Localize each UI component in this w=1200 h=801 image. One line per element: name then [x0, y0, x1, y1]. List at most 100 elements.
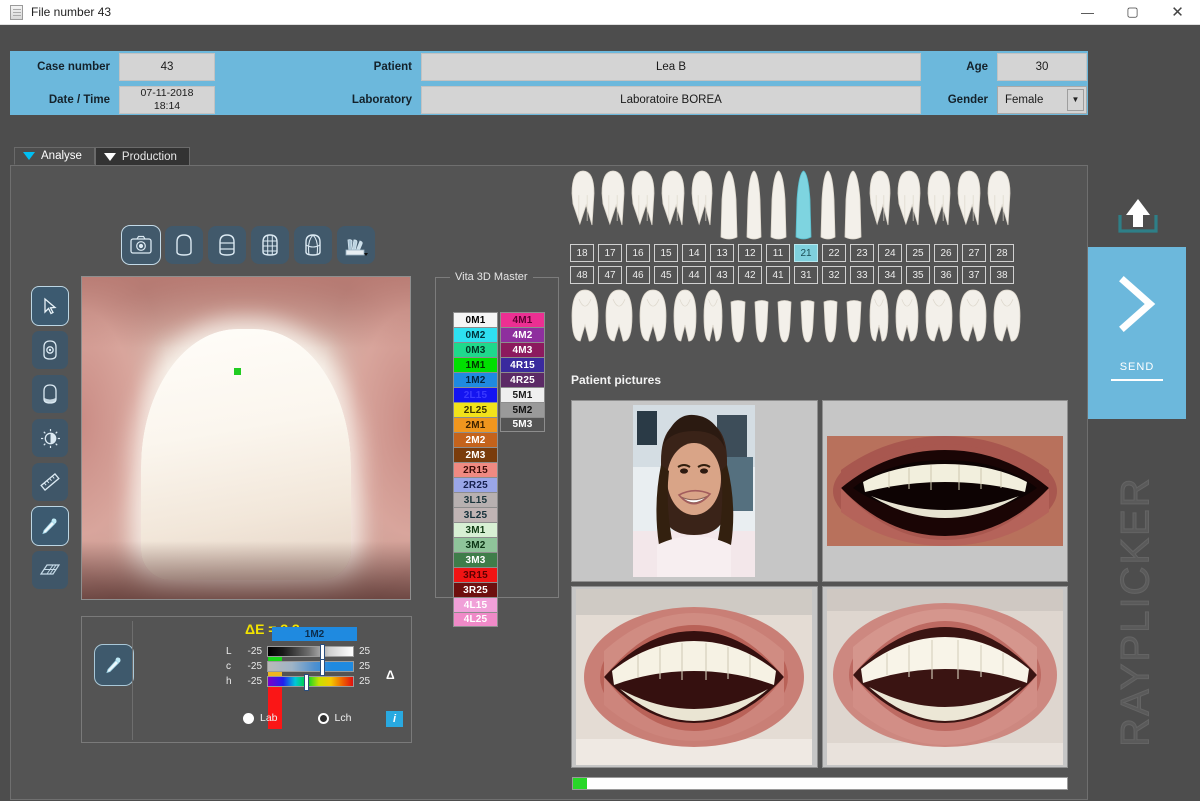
vita-shade-swatch[interactable]: 2M2 [453, 432, 498, 447]
chevron-down-icon[interactable]: ▼ [1067, 88, 1084, 111]
tooth-number-12[interactable]: 12 [738, 244, 762, 262]
tooth-number-37[interactable]: 37 [962, 266, 986, 284]
info-button[interactable]: i [386, 711, 403, 727]
send-panel[interactable]: SEND [1088, 247, 1186, 419]
tooth-zones-view-button[interactable] [208, 226, 246, 264]
vita-shade-swatch[interactable]: 4R15 [500, 357, 545, 372]
vita-shade-swatch[interactable]: 2M1 [453, 417, 498, 432]
lower-tooth-34[interactable] [868, 288, 890, 349]
vita-shade-swatch[interactable]: 3R25 [453, 582, 498, 597]
vita-shade-swatch[interactable]: 0M1 [453, 312, 498, 327]
tooth-number-43[interactable]: 43 [710, 266, 734, 284]
tooth-number-15[interactable]: 15 [654, 244, 678, 262]
patient-picture-retractor-1[interactable] [571, 586, 818, 768]
vita-shade-swatch[interactable]: 2R15 [453, 462, 498, 477]
tooth-number-42[interactable]: 42 [738, 266, 762, 284]
vita-shade-swatch[interactable]: 4L15 [453, 597, 498, 612]
upper-tooth-13[interactable] [718, 169, 740, 241]
vita-shade-swatch[interactable]: 2M3 [453, 447, 498, 462]
camera-view-button[interactable] [121, 225, 161, 265]
tooth-number-38[interactable]: 38 [990, 266, 1014, 284]
vita-shade-swatch[interactable]: 0M2 [453, 327, 498, 342]
upper-tooth-15[interactable] [660, 169, 686, 241]
maximize-button[interactable]: ▢ [1110, 0, 1155, 24]
lower-tooth-33[interactable] [844, 298, 864, 349]
date-time-field[interactable]: 07-11-2018 18:14 [119, 85, 215, 114]
slider-knob[interactable] [320, 645, 324, 660]
tooth-number-22[interactable]: 22 [822, 244, 846, 262]
patient-picture-portrait[interactable] [571, 400, 818, 582]
tooth-number-17[interactable]: 17 [598, 244, 622, 262]
vita-shade-swatch[interactable]: 2L25 [453, 402, 498, 417]
vita-shade-swatch[interactable]: 2L15 [453, 387, 498, 402]
radio-lch[interactable]: Lch [317, 712, 351, 724]
vita-shade-swatch[interactable]: 3L25 [453, 507, 498, 522]
tooth-number-16[interactable]: 16 [626, 244, 650, 262]
selected-shade-chip[interactable]: 1M2 [272, 627, 357, 641]
tab-analyse[interactable]: Analyse [14, 147, 95, 165]
minimize-button[interactable]: — [1065, 0, 1110, 24]
vita-shade-swatch[interactable]: 3M1 [453, 522, 498, 537]
tooth-plain-view-button[interactable] [165, 226, 203, 264]
tooth-number-21[interactable]: 21 [794, 244, 818, 262]
patient-picture-smile[interactable] [821, 400, 1068, 582]
upper-tooth-26[interactable] [926, 169, 952, 241]
tooth-number-18[interactable]: 18 [570, 244, 594, 262]
vita-shade-swatch[interactable]: 5M2 [500, 402, 545, 417]
lower-tooth-37[interactable] [958, 288, 988, 349]
gender-select[interactable]: Female ▼ [997, 85, 1087, 114]
shade-guide-fan-button[interactable] [337, 226, 375, 264]
tooth-photo-viewport[interactable] [81, 276, 411, 600]
tooth-number-27[interactable]: 27 [962, 244, 986, 262]
lower-tooth-44[interactable] [702, 288, 724, 349]
tooth-number-41[interactable]: 41 [766, 266, 790, 284]
lower-tooth-43[interactable] [728, 298, 748, 349]
vita-shade-swatch[interactable]: 5M1 [500, 387, 545, 402]
upper-tooth-16[interactable] [630, 169, 656, 241]
measurement-point-marker[interactable] [234, 368, 241, 375]
analysis-eyedropper-button[interactable] [94, 644, 134, 686]
tooth-number-31[interactable]: 31 [794, 266, 818, 284]
tooth-number-48[interactable]: 48 [570, 266, 594, 284]
tooth-number-34[interactable]: 34 [878, 266, 902, 284]
patient-picture-retractor-2[interactable] [821, 586, 1068, 768]
tooth-number-44[interactable]: 44 [682, 266, 706, 284]
vita-shade-swatch[interactable]: 3M3 [453, 552, 498, 567]
lower-tooth-47[interactable] [604, 288, 634, 349]
tooth-number-24[interactable]: 24 [878, 244, 902, 262]
lower-tooth-38[interactable] [992, 288, 1022, 349]
upper-tooth-18[interactable] [570, 169, 596, 241]
vita-shade-swatch[interactable]: 2R25 [453, 477, 498, 492]
tooth-number-13[interactable]: 13 [710, 244, 734, 262]
upper-tooth-12[interactable] [744, 169, 764, 241]
eyedropper-tool-button[interactable] [31, 506, 69, 546]
tooth-number-26[interactable]: 26 [934, 244, 958, 262]
scrollbar-thumb[interactable] [573, 778, 587, 789]
upload-button[interactable] [1110, 197, 1166, 242]
upper-tooth-11[interactable] [768, 169, 789, 241]
tooth-3d-view-button[interactable] [294, 226, 332, 264]
laboratory-field[interactable]: Laboratoire BOREA [421, 85, 921, 114]
tooth-number-47[interactable]: 47 [598, 266, 622, 284]
tooth-number-28[interactable]: 28 [990, 244, 1014, 262]
tooth-number-23[interactable]: 23 [850, 244, 874, 262]
vita-shade-swatch[interactable]: 4M1 [500, 312, 545, 327]
patient-name-field[interactable]: Lea B [421, 52, 921, 81]
upper-tooth-25[interactable] [896, 169, 922, 241]
vita-shade-swatch[interactable]: 3R15 [453, 567, 498, 582]
tooth-number-32[interactable]: 32 [822, 266, 846, 284]
slider-knob[interactable] [320, 660, 324, 675]
lower-tooth-42[interactable] [752, 298, 771, 349]
tooth-number-45[interactable]: 45 [654, 266, 678, 284]
radio-lab[interactable]: Lab [243, 712, 278, 724]
vita-shade-swatch[interactable]: 4M3 [500, 342, 545, 357]
slider-track[interactable] [267, 645, 354, 660]
upper-tooth-22[interactable] [818, 169, 838, 241]
vita-shade-swatch[interactable]: 5M3 [500, 417, 545, 432]
vita-shade-swatch[interactable]: 0M3 [453, 342, 498, 357]
upper-tooth-17[interactable] [600, 169, 626, 241]
tooth-shape-tool-button[interactable] [32, 375, 68, 413]
lower-tooth-46[interactable] [638, 288, 668, 349]
vita-shade-swatch[interactable]: 4M2 [500, 327, 545, 342]
measure-ruler-tool-button[interactable] [32, 463, 68, 501]
